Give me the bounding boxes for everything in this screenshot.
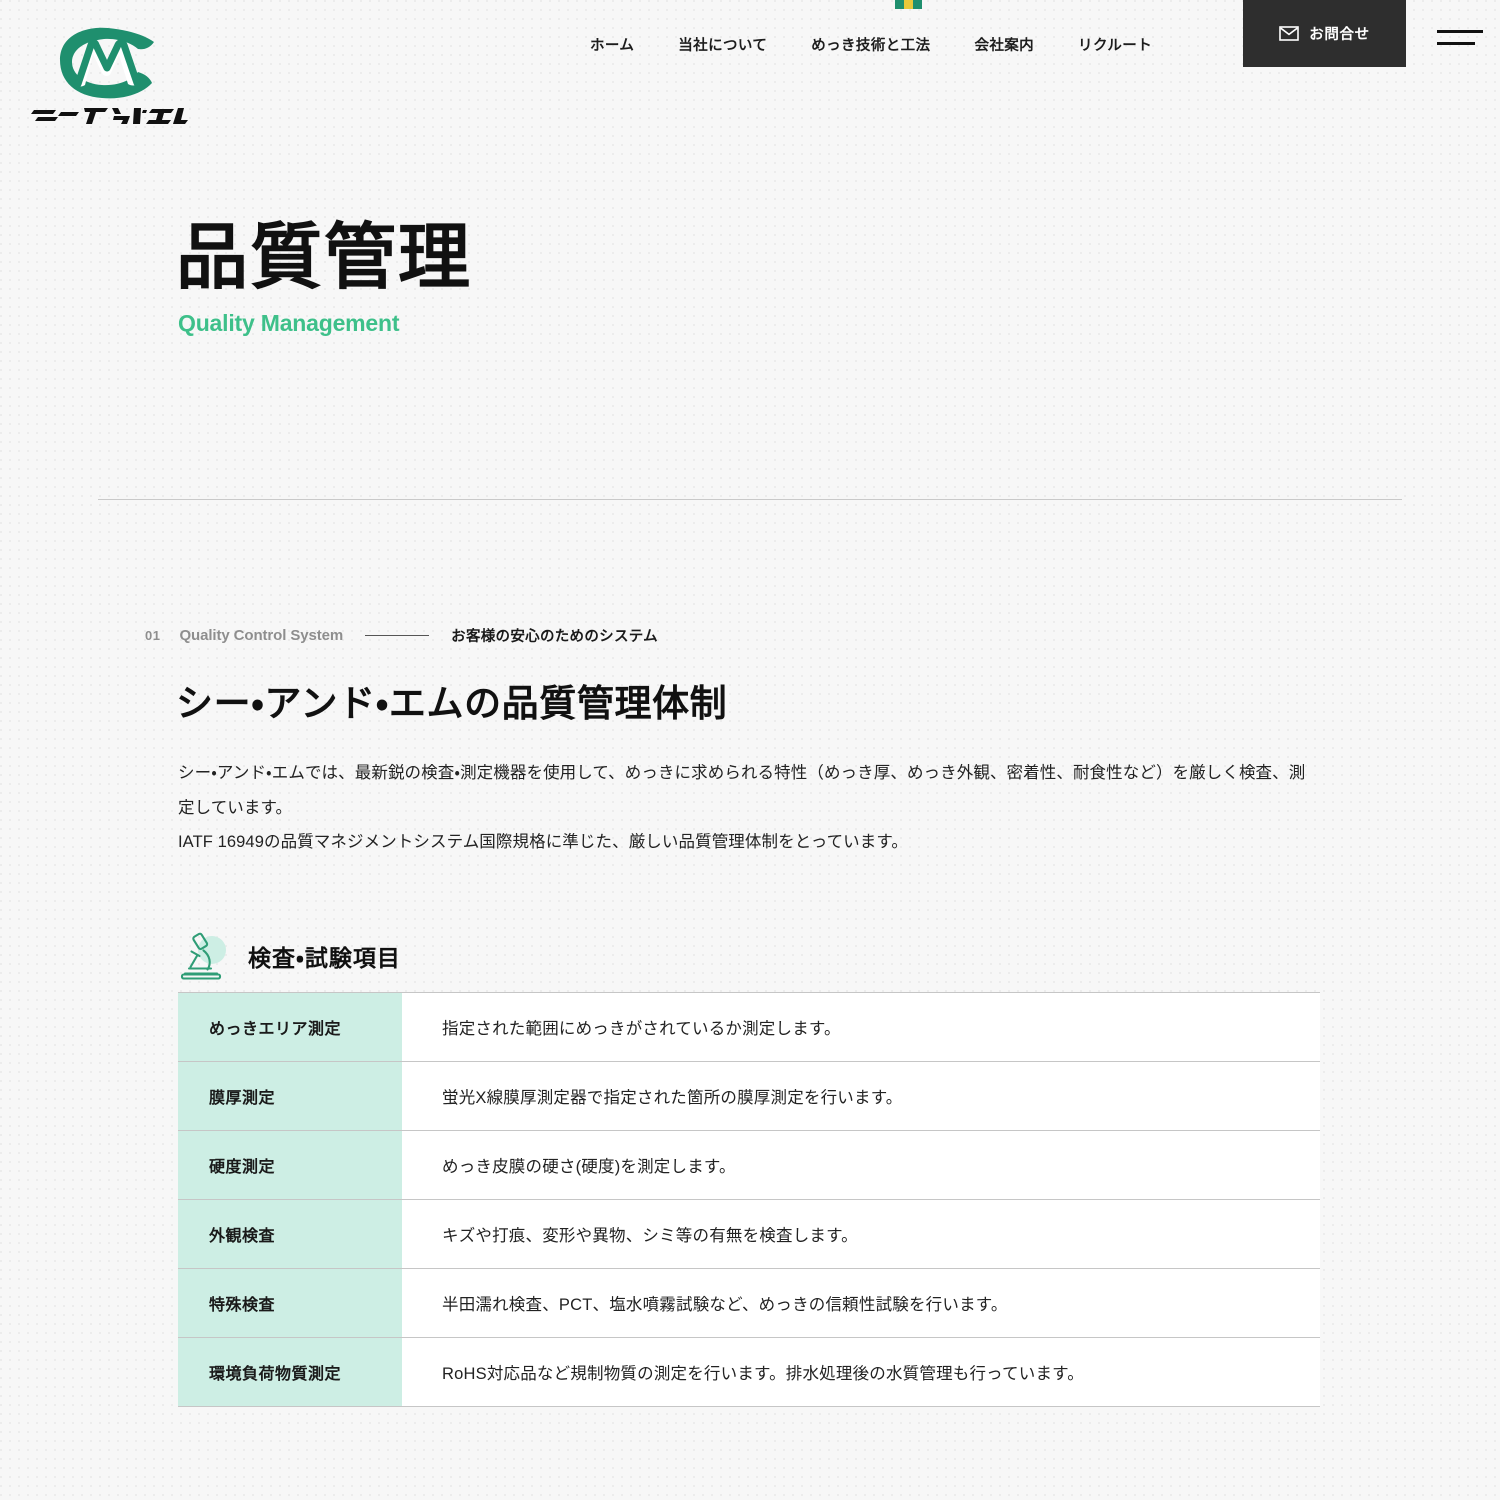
row-description: キズや打痕、変形や異物、シミ等の有無を検査します。 (402, 1199, 1320, 1269)
inspection-items-title: 検査・試験項目 (248, 945, 401, 971)
lead-paragraph-1: シー・アンド・エムでは、最新鋭の検査・測定機器を使用して、めっきに求められる特性… (178, 764, 1306, 817)
page-title: 品質管理 (176, 218, 473, 298)
main-navigation: ホーム 当社について めっき技術と工法 会社案内 リクルート (590, 28, 1152, 61)
hamburger-bar-bottom (1437, 41, 1475, 45)
table-row: めっきエリア測定 指定された範囲にめっきがされているか測定します。 (178, 992, 1320, 1062)
table-row: 環境負荷物質測定 RoHS対応品など規制物質の測定を行います。排水処理後の水質管… (178, 1337, 1320, 1407)
nav-item-home[interactable]: ホーム (590, 28, 634, 61)
section-lead: シー・アンド・エムでは、最新鋭の検査・測定機器を使用して、めっきに求められる特性… (178, 756, 1308, 860)
row-description: 指定された範囲にめっきがされているか測定します。 (402, 992, 1320, 1062)
inspection-items-header: 検査・試験項目 (176, 930, 401, 982)
accent-bar-green-right (913, 0, 922, 9)
microscope-icon (176, 930, 234, 982)
table-row: 特殊検査 半田濡れ検査、PCT、塩水噴霧試験など、めっきの信頼性試験を行います。 (178, 1268, 1320, 1338)
site-header: ホーム 当社について めっき技術と工法 会社案内 リクルート お問合せ (0, 0, 1500, 150)
nav-item-plating-technology[interactable]: めっき技術と工法 (811, 28, 930, 61)
accent-bar-yellow (904, 0, 913, 9)
hamburger-menu-icon[interactable] (1437, 24, 1483, 50)
row-label: 特殊検査 (178, 1268, 402, 1338)
hamburger-bar-top (1437, 29, 1483, 33)
row-label: 膜厚測定 (178, 1061, 402, 1131)
mail-icon (1279, 26, 1300, 41)
row-description: めっき皮膜の硬さ(硬度)を測定します。 (402, 1130, 1320, 1200)
page-subtitle: Quality Management (178, 310, 400, 336)
eyebrow-divider (365, 635, 430, 636)
row-description: 蛍光X線膜厚測定器で指定された箇所の膜厚測定を行います。 (402, 1061, 1320, 1131)
inspection-items-table: めっきエリア測定 指定された範囲にめっきがされているか測定します。 膜厚測定 蛍… (178, 992, 1320, 1407)
section-heading: シー・アンド・エムの品質管理体制 (176, 683, 728, 724)
accent-bar-green-left (895, 0, 904, 9)
row-label: めっきエリア測定 (178, 992, 402, 1062)
nav-item-company-info[interactable]: 会社案内 (974, 28, 1034, 61)
row-label: 環境負荷物質測定 (178, 1337, 402, 1407)
section-eyebrow-jp: お客様の安心のためのシステム (451, 629, 658, 645)
row-label: 外観検査 (178, 1199, 402, 1269)
page-hero: 品質管理 Quality Management (0, 150, 1500, 500)
row-description: 半田濡れ検査、PCT、塩水噴霧試験など、めっきの信頼性試験を行います。 (402, 1268, 1320, 1338)
top-accent-bars (895, 0, 922, 9)
lead-paragraph-2: IATF 16949の品質マネジメントシステム国際規格に準じた、厳しい品質管理体… (178, 833, 908, 852)
contact-button[interactable]: お問合せ (1243, 0, 1406, 67)
logo-mark-icon (60, 27, 154, 99)
nav-item-recruit[interactable]: リクルート (1078, 28, 1152, 61)
hero-divider (98, 499, 1402, 500)
row-description: RoHS対応品など規制物質の測定を行います。排水処理後の水質管理も行っています。 (402, 1337, 1320, 1407)
row-label: 硬度測定 (178, 1130, 402, 1200)
section-eyebrow: 01 Quality Control System お客様の安心のためのシステム (145, 625, 658, 646)
section-eyebrow-en: Quality Control System (179, 627, 344, 644)
contact-button-label: お問合せ (1309, 27, 1370, 43)
table-row: 硬度測定 めっき皮膜の硬さ(硬度)を測定します。 (178, 1130, 1320, 1200)
logo-wordmark (31, 108, 188, 124)
section-number: 01 (145, 628, 161, 643)
table-row: 膜厚測定 蛍光X線膜厚測定器で指定された箇所の膜厚測定を行います。 (178, 1061, 1320, 1131)
table-row: 外観検査 キズや打痕、変形や異物、シミ等の有無を検査します。 (178, 1199, 1320, 1269)
site-logo[interactable] (28, 22, 188, 130)
nav-item-about[interactable]: 当社について (678, 28, 767, 61)
